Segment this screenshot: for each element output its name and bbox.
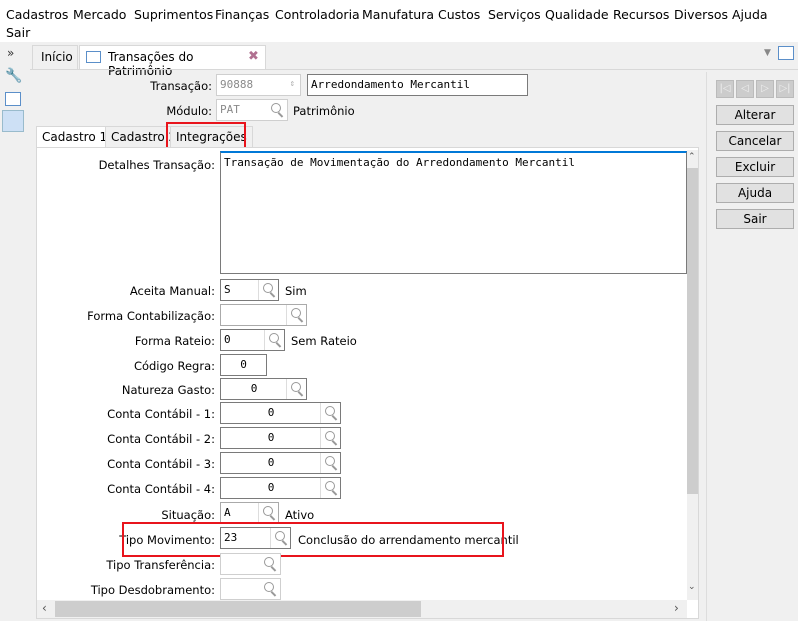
- menu-financas[interactable]: Finanças: [215, 7, 269, 22]
- conta-contabil-1-input[interactable]: 0: [220, 402, 341, 424]
- spinner-icon[interactable]: ⇕: [290, 79, 295, 89]
- alterar-button[interactable]: Alterar: [716, 105, 794, 125]
- expand-icon[interactable]: »: [7, 46, 14, 60]
- menu-controladoria[interactable]: Controladoria: [275, 7, 360, 22]
- aceita-manual-label: Aceita Manual:: [129, 284, 215, 298]
- search-icon[interactable]: [286, 305, 306, 325]
- menu-recursos[interactable]: Recursos: [613, 7, 669, 22]
- left-toolbar: » 🔧: [0, 42, 28, 621]
- menu-custos[interactable]: Custos: [438, 7, 480, 22]
- situacao-label: Situação:: [161, 508, 215, 522]
- conta-contabil-4-input[interactable]: 0: [220, 477, 341, 499]
- dropdown-icon[interactable]: ▼: [764, 48, 771, 58]
- sair-button[interactable]: Sair: [716, 209, 794, 229]
- search-icon[interactable]: [258, 280, 278, 300]
- transacao-input[interactable]: 90888 ⇕: [216, 74, 301, 96]
- forma-contabilizacao-label: Forma Contabilização:: [87, 309, 215, 323]
- search-icon[interactable]: [320, 453, 340, 473]
- cancelar-button[interactable]: Cancelar: [716, 131, 794, 151]
- menu-cadastros[interactable]: Cadastros: [6, 7, 68, 22]
- scroll-thumb[interactable]: [687, 168, 698, 494]
- first-record-icon[interactable]: |◁: [716, 80, 734, 98]
- highlight-box: [122, 522, 504, 557]
- scroll-left-icon[interactable]: ‹: [42, 601, 47, 615]
- highlight-box: [166, 122, 246, 149]
- codigo-regra-label: Código Regra:: [133, 359, 215, 373]
- search-icon[interactable]: [260, 579, 280, 599]
- tab-transacoes[interactable]: Transações do Patrimônio ✖: [79, 45, 266, 78]
- search-icon[interactable]: [267, 100, 287, 120]
- situacao-desc: Ativo: [285, 508, 315, 522]
- forma-rateio-label: Forma Rateio:: [134, 334, 215, 348]
- conta-contabil-3-label: Conta Contábil - 3:: [107, 457, 215, 471]
- menu-suprimentos[interactable]: Suprimentos: [134, 7, 213, 22]
- conta-contabil-1-label: Conta Contábil - 1:: [107, 407, 215, 421]
- next-record-icon[interactable]: ▷: [756, 80, 774, 98]
- divider: [706, 72, 707, 621]
- aceita-manual-desc: Sim: [285, 284, 307, 298]
- form-icon[interactable]: [2, 110, 24, 132]
- tipo-desdobramento-input[interactable]: [220, 578, 281, 600]
- horizontal-scrollbar[interactable]: ‹ ›: [37, 600, 687, 618]
- natureza-gasto-input[interactable]: 0: [220, 378, 307, 400]
- modulo-input[interactable]: PAT: [216, 99, 288, 121]
- detalhes-label: Detalhes Transação:: [98, 158, 215, 172]
- detalhes-textarea[interactable]: Transação de Movimentação do Arredondame…: [220, 151, 687, 274]
- menu-manufatura[interactable]: Manufatura: [362, 7, 434, 22]
- tab-label: Transações do Patrimônio: [108, 50, 194, 78]
- tipo-transferencia-label: Tipo Transferência:: [106, 558, 215, 572]
- search-icon[interactable]: [320, 478, 340, 498]
- forma-rateio-desc: Sem Rateio: [291, 334, 357, 348]
- transacao-label: Transação:: [150, 79, 212, 93]
- last-record-icon[interactable]: ▷|: [776, 80, 794, 98]
- menu-mercado[interactable]: Mercado: [73, 7, 126, 22]
- conta-contabil-2-label: Conta Contábil - 2:: [107, 432, 215, 446]
- search-icon[interactable]: [260, 554, 280, 574]
- search-icon[interactable]: [286, 379, 306, 399]
- panel-icon[interactable]: [5, 92, 21, 106]
- forma-contabilizacao-input[interactable]: [220, 304, 307, 326]
- search-icon[interactable]: [320, 403, 340, 423]
- menu-sair[interactable]: Sair: [6, 25, 30, 40]
- aceita-manual-input[interactable]: S: [220, 279, 279, 301]
- divider: [30, 69, 798, 70]
- excluir-button[interactable]: Excluir: [716, 157, 794, 177]
- menu-bar: Cadastros Mercado Suprimentos Finanças C…: [0, 0, 798, 42]
- form-icon: [86, 51, 101, 63]
- close-icon[interactable]: ✖: [248, 49, 259, 64]
- conta-contabil-2-input[interactable]: 0: [220, 427, 341, 449]
- forma-rateio-input[interactable]: 0: [220, 329, 285, 351]
- menu-ajuda[interactable]: Ajuda: [732, 7, 768, 22]
- tab-inicio[interactable]: Início: [32, 45, 78, 69]
- tab-cadastro-1[interactable]: Cadastro 1: [36, 126, 114, 148]
- natureza-gasto-label: Natureza Gasto:: [121, 383, 215, 397]
- search-icon[interactable]: [320, 428, 340, 448]
- window-icon[interactable]: [778, 46, 794, 60]
- scroll-thumb[interactable]: [55, 601, 421, 617]
- modulo-desc: Patrimônio: [293, 104, 355, 118]
- menu-qualidade[interactable]: Qualidade: [545, 7, 609, 22]
- scroll-up-icon[interactable]: ⌃: [688, 152, 696, 162]
- conta-contabil-3-input[interactable]: 0: [220, 452, 341, 474]
- vertical-scrollbar[interactable]: ⌃ ⌄: [687, 150, 698, 600]
- situacao-input[interactable]: A: [220, 502, 279, 524]
- wrench-icon[interactable]: 🔧: [5, 68, 22, 84]
- menu-servicos[interactable]: Serviços: [488, 7, 541, 22]
- codigo-regra-input[interactable]: 0: [220, 354, 267, 376]
- tipo-desdobramento-label: Tipo Desdobramento:: [90, 583, 215, 597]
- ajuda-button[interactable]: Ajuda: [716, 183, 794, 203]
- scroll-down-icon[interactable]: ⌄: [688, 582, 696, 592]
- menu-diversos[interactable]: Diversos: [674, 7, 728, 22]
- tipo-transferencia-input[interactable]: [220, 553, 281, 575]
- prev-record-icon[interactable]: ◁: [736, 80, 754, 98]
- modulo-label: Módulo:: [166, 104, 212, 118]
- conta-contabil-4-label: Conta Contábil - 4:: [107, 482, 215, 496]
- transacao-desc-input[interactable]: Arredondamento Mercantil: [307, 74, 528, 96]
- scroll-right-icon[interactable]: ›: [674, 601, 679, 615]
- search-icon[interactable]: [258, 503, 278, 523]
- search-icon[interactable]: [264, 330, 284, 350]
